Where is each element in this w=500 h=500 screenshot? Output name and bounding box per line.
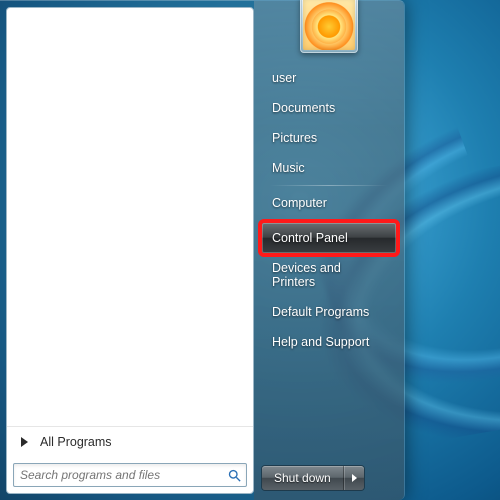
arrow-right-icon xyxy=(352,474,357,482)
user-avatar-frame[interactable] xyxy=(300,0,358,53)
right-pane: user Documents Pictures Music Computer C… xyxy=(254,1,404,500)
search-container xyxy=(7,457,253,493)
right-item-label: Documents xyxy=(272,101,335,115)
right-item-label: Help and Support xyxy=(272,335,369,349)
right-item-label: Control Panel xyxy=(272,231,348,245)
right-item-label: Default Programs xyxy=(272,305,369,319)
shutdown-row: Shut down xyxy=(262,466,396,494)
search-icon xyxy=(225,466,243,484)
shutdown-button[interactable]: Shut down xyxy=(262,466,344,490)
all-programs-label: All Programs xyxy=(40,435,112,449)
divider xyxy=(270,185,388,186)
right-item-music[interactable]: Music xyxy=(262,153,396,183)
user-avatar-icon xyxy=(303,0,355,50)
left-pane: All Programs xyxy=(6,7,254,494)
right-item-label: Pictures xyxy=(272,131,317,145)
right-item-label: user xyxy=(272,71,296,85)
right-item-help-and-support[interactable]: Help and Support xyxy=(262,327,396,357)
divider xyxy=(270,220,388,221)
start-menu: All Programs user Documents xyxy=(0,0,405,500)
right-item-label: Devices and Printers xyxy=(272,261,341,289)
search-box[interactable] xyxy=(13,463,247,487)
arrow-right-icon xyxy=(21,437,28,447)
search-input[interactable] xyxy=(20,468,225,482)
right-item-pictures[interactable]: Pictures xyxy=(262,123,396,153)
shutdown-label: Shut down xyxy=(274,471,331,485)
right-item-user[interactable]: user xyxy=(262,63,396,93)
right-item-computer[interactable]: Computer xyxy=(262,188,396,218)
right-item-control-panel[interactable]: Control Panel xyxy=(262,223,396,253)
programs-list-area xyxy=(7,8,253,426)
right-item-documents[interactable]: Documents xyxy=(262,93,396,123)
shutdown-button-group: Shut down xyxy=(262,466,364,490)
right-item-devices-and-printers[interactable]: Devices and Printers xyxy=(262,253,396,297)
right-item-default-programs[interactable]: Default Programs xyxy=(262,297,396,327)
shutdown-options-button[interactable] xyxy=(344,466,364,490)
right-item-label: Computer xyxy=(272,196,327,210)
all-programs-button[interactable]: All Programs xyxy=(7,427,253,457)
right-item-label: Music xyxy=(272,161,305,175)
